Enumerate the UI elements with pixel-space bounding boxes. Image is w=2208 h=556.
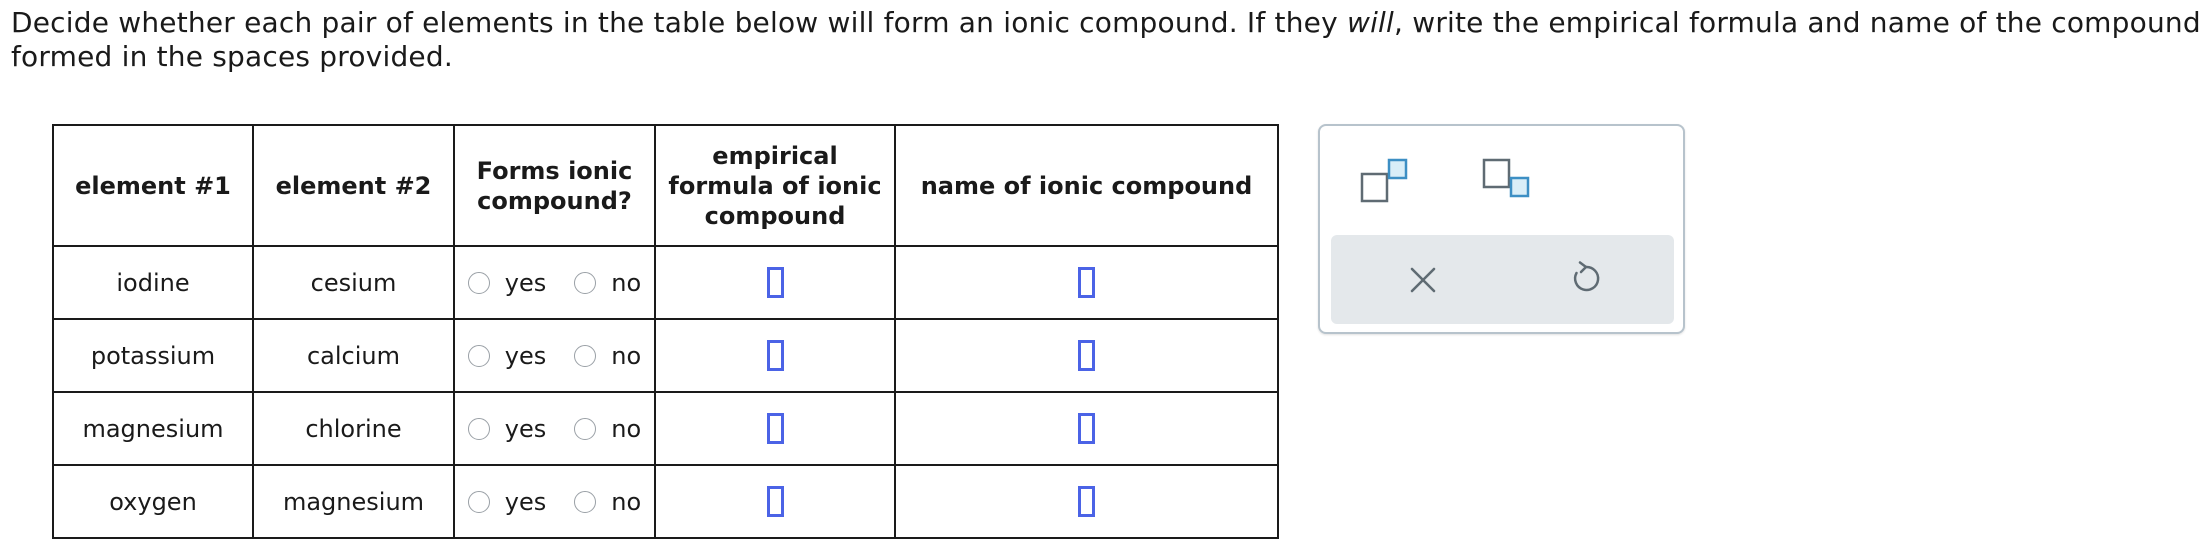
radio-no[interactable]: no xyxy=(574,488,641,516)
compound-name-input[interactable] xyxy=(1078,413,1095,444)
clear-icon xyxy=(1410,267,1436,293)
header-forms-ionic: Forms ionic compound? xyxy=(453,124,656,247)
element-1-cell: oxygen xyxy=(52,464,254,539)
forms-ionic-radio-group: yes no xyxy=(455,342,654,370)
superscript-button[interactable] xyxy=(1360,158,1416,206)
radio-yes[interactable]: yes xyxy=(467,415,546,443)
table-row: magnesium chlorine yes no xyxy=(52,391,1279,466)
empirical-formula-cell xyxy=(654,245,896,320)
radio-no-circle[interactable] xyxy=(574,417,597,440)
compound-name-cell xyxy=(894,391,1279,466)
radio-yes[interactable]: yes xyxy=(467,342,546,370)
compound-name-input[interactable] xyxy=(1078,340,1095,371)
radio-yes-circle[interactable] xyxy=(467,271,490,294)
header-compound-name: name of ionic compound xyxy=(894,124,1279,247)
header-element-2: element #2 xyxy=(252,124,455,247)
subscript-button[interactable] xyxy=(1482,158,1538,206)
question-instructions: Decide whether each pair of elements in … xyxy=(11,6,2201,74)
element-2-cell: magnesium xyxy=(252,464,455,539)
table-row: iodine cesium yes no xyxy=(52,245,1279,320)
header-empirical-formula: empirical formula of ionic compound xyxy=(654,124,896,247)
undo-icon xyxy=(1573,261,1600,292)
radio-no-circle[interactable] xyxy=(574,271,597,294)
subscript-icon xyxy=(1482,158,1530,198)
clear-button[interactable] xyxy=(1404,261,1442,299)
compound-name-cell xyxy=(894,318,1279,393)
table-row: potassium calcium yes no xyxy=(52,318,1279,393)
empirical-formula-cell xyxy=(654,318,896,393)
forms-ionic-cell: yes no xyxy=(453,318,656,393)
forms-ionic-radio-group: yes no xyxy=(455,488,654,516)
forms-ionic-cell: yes no xyxy=(453,391,656,466)
question-page: Decide whether each pair of elements in … xyxy=(0,0,2208,556)
forms-ionic-cell: yes no xyxy=(453,245,656,320)
radio-yes[interactable]: yes xyxy=(467,488,546,516)
table-header-row: element #1 element #2 Forms ionic compou… xyxy=(52,124,1279,247)
radio-no[interactable]: no xyxy=(574,415,641,443)
element-1-cell: potassium xyxy=(52,318,254,393)
element-1-cell: magnesium xyxy=(52,391,254,466)
compound-name-cell xyxy=(894,464,1279,539)
empirical-formula-cell xyxy=(654,391,896,466)
header-element-1: element #1 xyxy=(52,124,254,247)
radio-yes-circle[interactable] xyxy=(467,417,490,440)
superscript-icon xyxy=(1360,158,1408,203)
forms-ionic-cell: yes no xyxy=(453,464,656,539)
compound-name-input[interactable] xyxy=(1078,267,1095,298)
tool-action-bar xyxy=(1331,235,1674,324)
radio-yes-circle[interactable] xyxy=(467,490,490,513)
ionic-compound-table: element #1 element #2 Forms ionic compou… xyxy=(52,124,1279,539)
empirical-formula-input[interactable] xyxy=(766,413,784,444)
radio-no[interactable]: no xyxy=(574,342,641,370)
compound-name-input[interactable] xyxy=(1078,486,1095,517)
empirical-formula-cell xyxy=(654,464,896,539)
element-2-cell: cesium xyxy=(252,245,455,320)
element-1-cell: iodine xyxy=(52,245,254,320)
empirical-formula-input[interactable] xyxy=(766,486,784,517)
forms-ionic-radio-group: yes no xyxy=(455,269,654,297)
forms-ionic-radio-group: yes no xyxy=(455,415,654,443)
radio-no-circle[interactable] xyxy=(574,344,597,367)
instructions-text-1: Decide whether each pair of elements in … xyxy=(11,6,1347,39)
undo-button[interactable] xyxy=(1567,259,1605,297)
math-tools-panel xyxy=(1318,124,1685,334)
empirical-formula-input[interactable] xyxy=(766,340,784,371)
element-2-cell: calcium xyxy=(252,318,455,393)
radio-yes[interactable]: yes xyxy=(467,269,546,297)
instructions-emphasis: will xyxy=(1346,6,1395,39)
element-2-cell: chlorine xyxy=(252,391,455,466)
radio-no[interactable]: no xyxy=(574,269,641,297)
table-row: oxygen magnesium yes no xyxy=(52,464,1279,539)
compound-name-cell xyxy=(894,245,1279,320)
radio-yes-circle[interactable] xyxy=(467,344,490,367)
radio-no-circle[interactable] xyxy=(574,490,597,513)
empirical-formula-input[interactable] xyxy=(766,267,784,298)
